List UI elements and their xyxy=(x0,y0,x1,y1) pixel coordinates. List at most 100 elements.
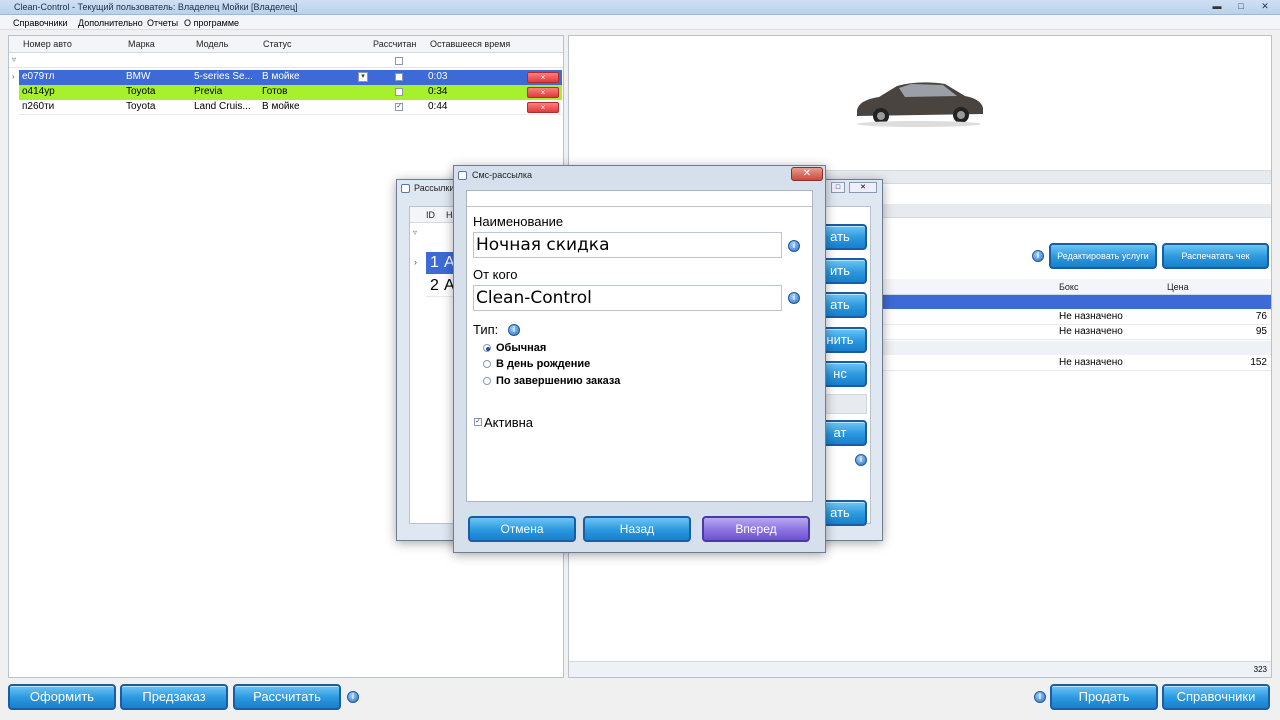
filter-row: ▿ xyxy=(9,54,563,68)
menu-item-about[interactable]: О программе xyxy=(184,18,239,28)
col-calculated[interactable]: Рассчитан xyxy=(373,39,416,49)
brand-cell: Toyota xyxy=(126,101,156,112)
info-icon[interactable]: i xyxy=(788,292,800,304)
services-group-row[interactable] xyxy=(879,341,1271,355)
name-label: Наименование xyxy=(473,214,564,229)
info-icon[interactable]: i xyxy=(788,240,800,252)
calculated-checkbox[interactable]: ✓ xyxy=(395,103,403,111)
box-cell: Не назначено xyxy=(1059,326,1123,337)
brand-cell: Toyota xyxy=(126,86,156,97)
col-price[interactable]: Цена xyxy=(1167,282,1189,292)
type-radio-regular[interactable] xyxy=(483,344,491,352)
model-cell: Land Cruis... xyxy=(194,101,251,112)
id-cell: 2 xyxy=(430,277,439,294)
table-row[interactable]: о414ур Toyota Previa Готов 0:34 × xyxy=(19,85,562,100)
filter-icon[interactable]: ▿ xyxy=(12,55,16,64)
info-icon[interactable]: i xyxy=(855,454,867,466)
menu-item-catalogs[interactable]: Справочники xyxy=(13,18,68,28)
sms-form: Наименование Ночная скидка i От кого Cle… xyxy=(466,190,813,502)
row-pointer-icon: › xyxy=(414,257,417,267)
maximize-icon[interactable]: □ xyxy=(831,182,845,193)
table-row[interactable]: Не назначено 152 xyxy=(879,356,1271,371)
price-cell: 95 xyxy=(1255,326,1267,337)
maximize-icon[interactable]: □ xyxy=(1228,0,1254,14)
id-cell: 1 xyxy=(430,254,439,271)
close-icon[interactable]: ✕ xyxy=(849,182,877,193)
calculate-button[interactable]: Рассчитать xyxy=(233,684,341,710)
preorder-button[interactable]: Предзаказ xyxy=(120,684,228,710)
sell-button[interactable]: Продать xyxy=(1050,684,1158,710)
row-pointer-icon: › xyxy=(12,72,15,81)
delete-row-button[interactable]: × xyxy=(527,102,559,113)
menu-bar: Справочники Дополнительно Отчеты О прогр… xyxy=(0,15,1280,30)
time-cell: 0:34 xyxy=(428,86,448,97)
process-button[interactable]: Оформить xyxy=(8,684,116,710)
box-cell: Не назначено xyxy=(1059,357,1123,368)
model-cell: Previa xyxy=(194,86,223,97)
edit-services-button[interactable]: Редактировать услуги xyxy=(1049,243,1157,269)
info-icon[interactable]: i xyxy=(347,691,359,703)
sms-dialog: Смс-рассылка ✕ Наименование Ночная скидк… xyxy=(453,165,826,553)
window-icon xyxy=(458,171,467,180)
services-footer: 323 xyxy=(569,661,1271,677)
time-cell: 0:44 xyxy=(428,101,448,112)
col-model[interactable]: Модель xyxy=(196,39,228,49)
close-icon[interactable]: ✕ xyxy=(791,167,823,181)
window-title: Clean-Control - Текущий пользователь: Вл… xyxy=(14,2,298,12)
info-icon[interactable]: i xyxy=(1034,691,1046,703)
table-row[interactable]: п260ти Toyota Land Cruis... В мойке ✓ 0:… xyxy=(19,100,562,115)
orders-header: Номер авто Марка Модель Статус Рассчитан… xyxy=(9,36,563,53)
plate-cell: е079тл xyxy=(22,71,55,82)
table-row[interactable]: е079тл BMW 5-series Se... В мойке ▾ 0:03… xyxy=(19,70,562,85)
catalogs-button[interactable]: Справочники xyxy=(1162,684,1270,710)
next-button[interactable]: Вперед xyxy=(702,516,810,542)
status-cell: Готов xyxy=(262,86,288,97)
active-checkbox[interactable]: ✓ xyxy=(474,418,482,426)
services-total: 323 xyxy=(1253,665,1267,674)
window-icon xyxy=(401,184,410,193)
filter-icon[interactable]: ▿ xyxy=(413,228,417,237)
minimize-icon[interactable]: ▬ xyxy=(1204,0,1230,14)
filter-checkbox[interactable] xyxy=(395,57,403,65)
table-row[interactable]: Не назначено 76 xyxy=(879,310,1271,325)
status-cell: В мойке xyxy=(262,71,300,82)
delete-row-button[interactable]: × xyxy=(527,72,559,83)
price-cell: 152 xyxy=(1250,357,1267,368)
info-icon[interactable]: i xyxy=(1032,250,1044,262)
delete-row-button[interactable]: × xyxy=(527,87,559,98)
col-box[interactable]: Бокс xyxy=(1059,282,1078,292)
type-label-birthday: В день рождение xyxy=(496,358,591,370)
status-dropdown-icon[interactable]: ▾ xyxy=(358,72,368,82)
col-plate[interactable]: Номер авто xyxy=(23,39,72,49)
services-group-row[interactable] xyxy=(879,295,1271,309)
type-label-regular: Обычная xyxy=(496,342,547,354)
active-label: Активна xyxy=(484,415,534,430)
col-brand[interactable]: Марка xyxy=(128,39,155,49)
from-label: От кого xyxy=(473,267,518,282)
print-receipt-button[interactable]: Распечатать чек xyxy=(1162,243,1269,269)
from-input[interactable]: Clean-Control xyxy=(473,285,782,311)
cancel-button[interactable]: Отмена xyxy=(468,516,576,542)
name-input[interactable]: Ночная скидка xyxy=(473,232,782,258)
col-status[interactable]: Статус xyxy=(263,39,291,49)
price-cell: 76 xyxy=(1255,311,1267,322)
type-radio-birthday[interactable] xyxy=(483,360,491,368)
car-image xyxy=(857,82,983,127)
plate-cell: о414ур xyxy=(22,86,55,97)
plate-cell: п260ти xyxy=(22,101,55,112)
menu-item-reports[interactable]: Отчеты xyxy=(147,18,178,28)
table-row[interactable]: Не назначено 95 xyxy=(879,325,1271,340)
model-cell: 5-series Se... xyxy=(194,71,253,82)
brand-cell: BMW xyxy=(126,71,151,82)
col-time[interactable]: Оставшееся время xyxy=(430,39,510,49)
back-button[interactable]: Назад xyxy=(583,516,691,542)
type-label: Тип: xyxy=(473,322,499,337)
menu-item-extra[interactable]: Дополнительно xyxy=(78,18,143,28)
calculated-checkbox[interactable] xyxy=(395,73,403,81)
calculated-checkbox[interactable] xyxy=(395,88,403,96)
close-icon[interactable]: ✕ xyxy=(1252,0,1278,14)
col-id[interactable]: ID xyxy=(426,210,435,220)
box-cell: Не назначено xyxy=(1059,311,1123,322)
info-icon[interactable]: i xyxy=(508,324,520,336)
type-radio-order-complete[interactable] xyxy=(483,377,491,385)
